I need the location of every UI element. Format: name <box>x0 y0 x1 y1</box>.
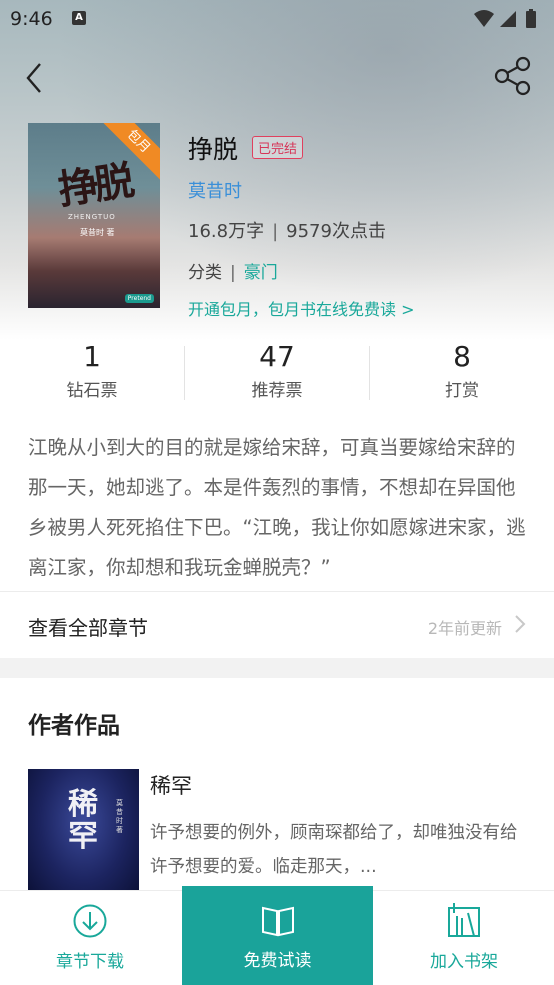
counter-value: 1 <box>83 340 101 373</box>
status-bar: 9:46 A <box>0 0 554 36</box>
counter-value: 8 <box>453 340 471 373</box>
category-line: 分类 | 豪门 <box>188 258 278 283</box>
click-count: 9579次点击 <box>286 221 386 242</box>
counter-value: 47 <box>259 340 295 373</box>
add-to-shelf-label: 加入书架 <box>430 952 498 972</box>
cover-subtitle-art: ZHENGTUO <box>68 213 116 221</box>
open-book-icon <box>261 906 294 937</box>
cover-title-art: 挣脱 <box>55 157 134 214</box>
wifi-icon <box>474 10 494 27</box>
status-icons <box>474 9 536 28</box>
add-to-shelf-button[interactable]: 加入书架 <box>374 891 554 985</box>
work-cover[interactable]: 稀罕 莫昔时著 <box>28 769 139 899</box>
reward-counter[interactable]: 8 打赏 <box>370 338 554 408</box>
view-all-chapters-label: 查看全部章节 <box>28 616 148 640</box>
author-works-heading: 作者作品 <box>28 713 120 739</box>
counter-label: 钻石票 <box>66 381 118 401</box>
share-icon[interactable] <box>494 56 532 96</box>
recommend-ticket-counter[interactable]: 47 推荐票 <box>185 338 369 408</box>
last-updated: 2年前更新 <box>427 619 502 638</box>
book-title: 挣脱 <box>188 135 239 164</box>
monthly-promo-link[interactable]: 开通包月，包月书在线免费读 > <box>188 296 415 320</box>
notification-a-icon: A <box>72 11 86 25</box>
bottom-action-bar: 章节下载 免费试读 加入书架 <box>0 886 554 985</box>
bookshelf-add-icon <box>448 903 480 937</box>
category-link[interactable]: 豪门 <box>244 263 278 283</box>
separator: | <box>272 221 279 242</box>
free-read-label: 免费试读 <box>243 951 312 971</box>
free-read-button[interactable]: 免费试读 <box>182 886 373 985</box>
book-stats: 16.8万字 | 9579次点击 <box>188 217 386 243</box>
book-description[interactable]: 江晚从小到大的目的就是嫁给宋辞，可真当要嫁给宋辞的那一天，她却逃了。本是件轰烈的… <box>28 428 528 588</box>
cover-publisher-logo: Pretend <box>124 294 154 303</box>
status-badge: 已完结 <box>252 136 304 159</box>
work-cover-author-art: 莫昔时著 <box>116 799 123 834</box>
work-description[interactable]: 许予想要的例外，顾南琛都给了，却唯独没有给许予想要的爱。临走那天，... <box>150 816 522 884</box>
view-all-chapters-row[interactable]: 查看全部章节 2年前更新 <box>0 592 554 658</box>
status-time: 9:46 <box>10 8 53 30</box>
book-cover[interactable]: 挣脱 ZHENGTUO 莫昔时 著 Pretend 包月 <box>28 123 160 308</box>
category-label: 分类 <box>188 263 222 283</box>
section-gap <box>0 658 554 678</box>
work-cover-title-art: 稀罕 <box>68 787 98 854</box>
word-count: 16.8万字 <box>188 221 265 242</box>
work-title[interactable]: 稀罕 <box>150 770 192 800</box>
chevron-right-icon <box>515 615 526 633</box>
cover-author-art: 莫昔时 著 <box>80 228 115 237</box>
back-arrow-icon[interactable] <box>22 58 52 98</box>
counter-label: 打赏 <box>445 381 479 401</box>
separator: | <box>230 263 236 283</box>
ticket-counters: 1 钻石票 47 推荐票 8 打赏 <box>0 338 554 408</box>
diamond-ticket-counter[interactable]: 1 钻石票 <box>0 338 184 408</box>
counter-label: 推荐票 <box>251 381 303 401</box>
battery-icon <box>526 11 536 28</box>
chapter-download-button[interactable]: 章节下载 <box>0 891 180 985</box>
author-link[interactable]: 莫昔时 <box>188 177 242 203</box>
download-icon <box>73 904 107 938</box>
signal-icon <box>500 11 516 27</box>
top-nav <box>0 48 554 108</box>
chapter-download-label: 章节下载 <box>56 952 124 972</box>
